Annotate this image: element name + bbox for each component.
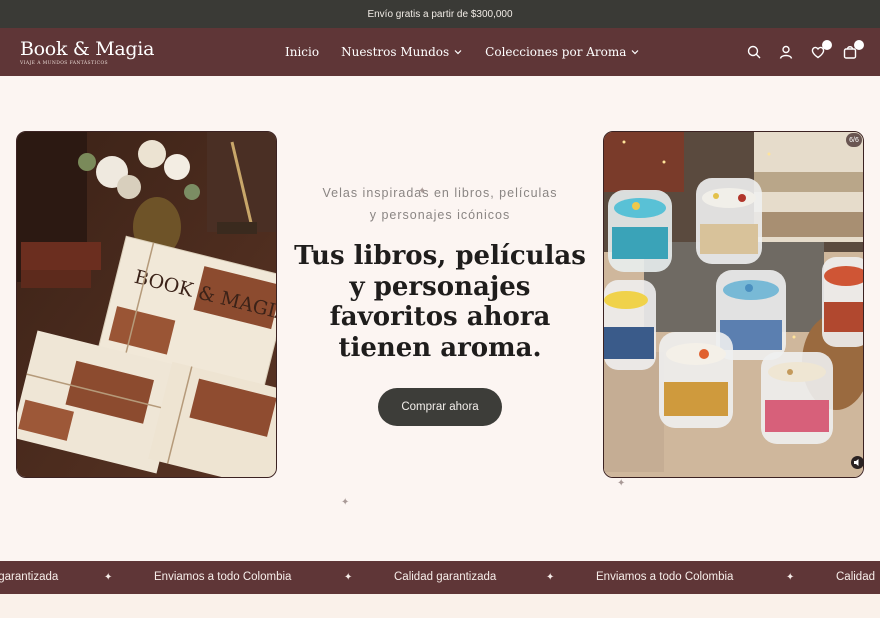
search-icon[interactable] (746, 44, 762, 60)
announcement-bar: Envío gratis a partir de $300,000 (0, 0, 880, 28)
site-header: Book & Magia VIAJE A MUNDOS FANTÁSTICOS … (0, 28, 880, 76)
marquee-item: Calidad (836, 571, 875, 583)
nav-item-nuestros-mundos[interactable]: Nuestros Mundos (341, 45, 463, 59)
sparkle-icon: ✦ (786, 572, 795, 583)
section-divider (0, 594, 880, 618)
sparkle-icon: ✦ (344, 572, 353, 583)
chevron-down-icon (454, 50, 462, 55)
nav-item-label: Colecciones por Aroma (485, 45, 627, 59)
marquee-item: Enviamos a todo Colombia (154, 571, 292, 583)
header-icons (746, 28, 864, 76)
announcement-text: Envío gratis a partir de $300,000 (367, 8, 513, 20)
slide-counter[interactable]: 6/6 (846, 133, 862, 147)
hero-headline-line: Tus libros, películas (294, 241, 586, 271)
cart-button[interactable] (842, 40, 864, 60)
logo-tagline: VIAJE A MUNDOS FANTÁSTICOS (20, 61, 109, 66)
hero-subtitle-line: Velas inspiradas en libros, películas (322, 186, 558, 200)
logo-name: Book & Magia (20, 38, 155, 60)
main-nav: Inicio Nuestros Mundos Colecciones por A… (285, 28, 640, 76)
shop-now-button[interactable]: Comprar ahora (378, 388, 502, 426)
wrapped-candles-image: BOOK & MAGIA (17, 132, 276, 477)
marquee-item: Calidad garantizada (0, 571, 59, 583)
logo[interactable]: Book & Magia VIAJE A MUNDOS FANTÁSTICOS (20, 38, 154, 66)
cart-badge (854, 40, 864, 50)
hero-headline-line: favoritos ahora (329, 302, 551, 332)
nav-item-label: Nuestros Mundos (341, 45, 450, 59)
sparkle-icon: ✦ (546, 572, 555, 583)
chevron-down-icon (632, 50, 639, 55)
marquee-item: Calidad garantizada (394, 571, 497, 583)
marquee-item: Enviamos a todo Colombia (596, 571, 734, 583)
candle-jars-image (604, 132, 863, 477)
account-icon[interactable] (778, 44, 794, 60)
hero-headline-line: tienen aroma. (338, 332, 542, 363)
benefits-marquee: Calidad garantizada ✦ Enviamos a todo Co… (0, 561, 880, 594)
sparkle-icon: ✦ (104, 572, 113, 583)
nav-item-inicio[interactable]: Inicio (285, 45, 319, 59)
sparkle-decoration: ✦ (341, 497, 350, 508)
hero-subtitle: Velas inspiradas en libros, películas y … (290, 182, 590, 226)
nav-item-colecciones-aroma[interactable]: Colecciones por Aroma (485, 45, 640, 59)
wishlist-badge (822, 40, 832, 50)
hero-subtitle-line: y personajes icónicos (369, 208, 511, 222)
mute-icon[interactable] (851, 456, 864, 469)
nav-item-label: Inicio (285, 45, 320, 59)
wishlist-button[interactable] (810, 40, 832, 60)
sparkle-decoration: ✦ (418, 186, 427, 197)
hero-headline: Tus libros, películas y personajes favor… (290, 241, 590, 363)
hero-image-left: BOOK & MAGIA (16, 131, 277, 478)
hero-image-right (603, 131, 864, 478)
sparkle-decoration: ✦ (617, 478, 626, 489)
hero-headline-line: y personajes (349, 271, 531, 302)
speaker-icon (854, 459, 859, 466)
